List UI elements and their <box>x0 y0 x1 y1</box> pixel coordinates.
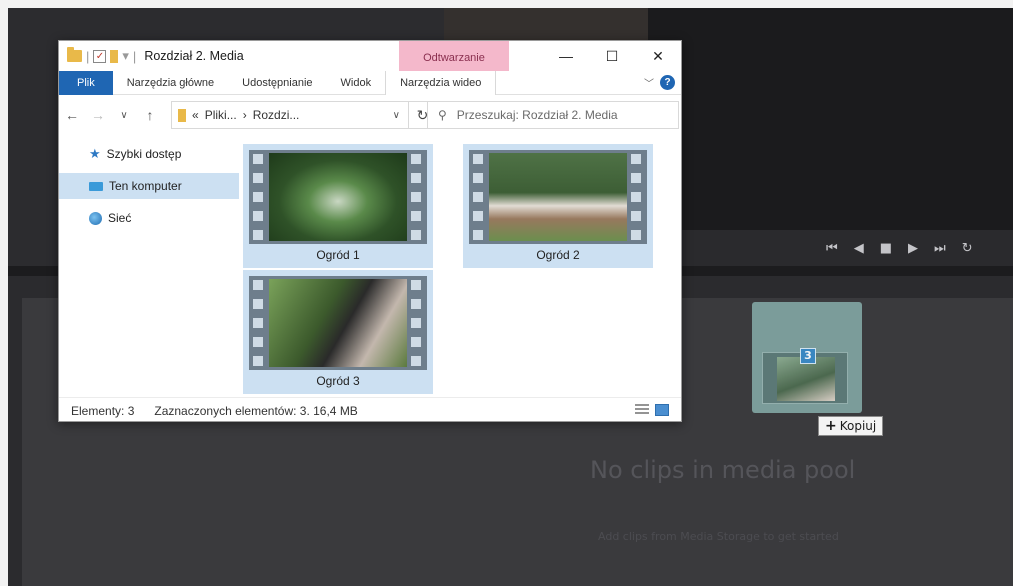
computer-icon <box>89 181 103 191</box>
tab-home[interactable]: Narzędzia główne <box>113 71 228 95</box>
address-overflow[interactable]: « <box>192 108 199 122</box>
file-name: Ogród 1 <box>316 248 360 262</box>
sidebar-item-quick-access[interactable]: ★ Szybki dostęp <box>59 141 239 167</box>
tab-file[interactable]: Plik <box>59 70 113 95</box>
drag-preview: 3 <box>752 302 862 413</box>
source-viewer <box>648 8 1013 230</box>
minimize-button[interactable]: — <box>543 41 589 71</box>
recent-locations-chevron-icon[interactable]: ∨ <box>111 110 137 121</box>
search-box[interactable]: ⚲ <box>427 101 679 129</box>
video-thumbnail <box>249 276 427 370</box>
search-input[interactable] <box>456 108 657 122</box>
star-icon: ★ <box>89 146 101 161</box>
drag-count-badge: 3 <box>800 348 816 364</box>
address-history-chevron-icon[interactable]: ∨ <box>393 110 400 121</box>
properties-icon[interactable]: ✓ <box>93 49 107 63</box>
tab-video-tools[interactable]: Narzędzia wideo <box>385 70 497 95</box>
context-tab-header: Odtwarzanie <box>399 41 509 71</box>
maximize-button[interactable]: ☐ <box>589 41 635 71</box>
ribbon-tabs: Plik Narzędzia główne Udostępnianie Wido… <box>59 70 681 95</box>
stop-icon[interactable]: ■ <box>880 242 892 256</box>
quick-access-toolbar: | ✓ ▾ | Rozdział 2. Media <box>59 47 244 64</box>
video-thumbnail <box>469 150 647 244</box>
file-explorer-window[interactable]: | ✓ ▾ | Rozdział 2. Media Odtwarzanie — … <box>58 40 682 422</box>
details-view-icon[interactable] <box>635 404 649 416</box>
status-bar: Elementy: 3 Zaznaczonych elementów: 3. 1… <box>59 397 681 423</box>
file-name: Ogród 2 <box>536 248 580 262</box>
address-bar[interactable]: « Pliki... › Rozdzi... ∨ <box>171 101 409 129</box>
title-bar[interactable]: | ✓ ▾ | Rozdział 2. Media Odtwarzanie — … <box>59 41 681 71</box>
media-pool-empty-subtitle: Add clips from Media Storage to get star… <box>598 530 839 543</box>
play-icon[interactable]: ▶ <box>908 242 918 256</box>
back-arrow-icon[interactable]: ← <box>59 107 85 123</box>
go-to-start-icon[interactable]: ⏮ <box>826 242 838 256</box>
customize-toolbar-icon[interactable]: ▾ <box>122 48 129 64</box>
go-to-end-icon[interactable]: ⏭ <box>934 242 946 256</box>
help-icon[interactable]: ? <box>660 75 675 90</box>
view-switcher <box>635 404 669 416</box>
file-item[interactable]: Ogród 2 <box>463 144 653 268</box>
new-folder-icon[interactable] <box>110 49 119 63</box>
step-back-icon[interactable]: ◀ <box>854 242 864 256</box>
copy-tooltip-label: Kopiuj <box>839 419 877 433</box>
selection-summary: Zaznaczonych elementów: 3. 16,4 MB <box>154 403 358 418</box>
address-segment-pliki[interactable]: Pliki... <box>205 108 237 122</box>
address-segment-rozdzial[interactable]: Rozdzi... <box>253 108 300 122</box>
tab-view[interactable]: Widok <box>327 71 386 95</box>
file-item[interactable]: Ogród 3 <box>243 270 433 394</box>
loop-icon[interactable]: ↻ <box>962 242 973 256</box>
tab-share[interactable]: Udostępnianie <box>228 71 326 95</box>
item-count: Elementy: 3 <box>71 403 135 418</box>
sidebar-item-network[interactable]: Sieć <box>59 205 239 231</box>
transport-controls: ⏮ ◀ ■ ▶ ⏭ ↻ <box>826 242 973 256</box>
navigation-pane: ★ Szybki dostęp Ten komputer Sieć <box>59 141 239 231</box>
forward-arrow-icon[interactable]: → <box>85 107 111 123</box>
sidebar-item-label: Ten komputer <box>109 179 182 193</box>
window-controls: — ☐ ✕ <box>543 41 681 71</box>
video-thumbnail <box>249 150 427 244</box>
search-icon: ⚲ <box>438 108 447 122</box>
address-separator: › <box>242 108 247 122</box>
file-name: Ogród 3 <box>316 374 360 388</box>
up-arrow-icon[interactable]: ↑ <box>137 107 163 123</box>
plus-icon: + <box>825 418 837 434</box>
separator: | <box>86 48 90 64</box>
media-pool-empty-title: No clips in media pool <box>590 456 856 484</box>
window-title: Rozdział 2. Media <box>144 49 244 63</box>
folder-icon <box>67 47 82 62</box>
network-icon <box>89 211 102 225</box>
file-list: Ogród 1 Ogród 2 Ogród 3 <box>241 144 681 396</box>
sidebar-item-this-pc[interactable]: Ten komputer <box>59 173 239 199</box>
separator: | <box>132 48 137 64</box>
copy-tooltip: + Kopiuj <box>818 416 884 436</box>
navigation-bar: ← → ∨ ↑ « Pliki... › Rozdzi... ∨ ↻ ⚲ <box>59 97 681 133</box>
close-button[interactable]: ✕ <box>635 41 681 71</box>
file-item[interactable]: Ogród 1 <box>243 144 433 268</box>
large-icons-view-icon[interactable] <box>655 404 669 416</box>
ribbon-right-controls: ﹀ ? <box>644 75 675 90</box>
expand-ribbon-icon[interactable]: ﹀ <box>644 75 654 90</box>
sidebar-item-label: Sieć <box>108 211 132 225</box>
folder-icon <box>178 108 186 122</box>
sidebar-item-label: Szybki dostęp <box>106 147 182 161</box>
media-pool-gutter <box>8 276 22 586</box>
